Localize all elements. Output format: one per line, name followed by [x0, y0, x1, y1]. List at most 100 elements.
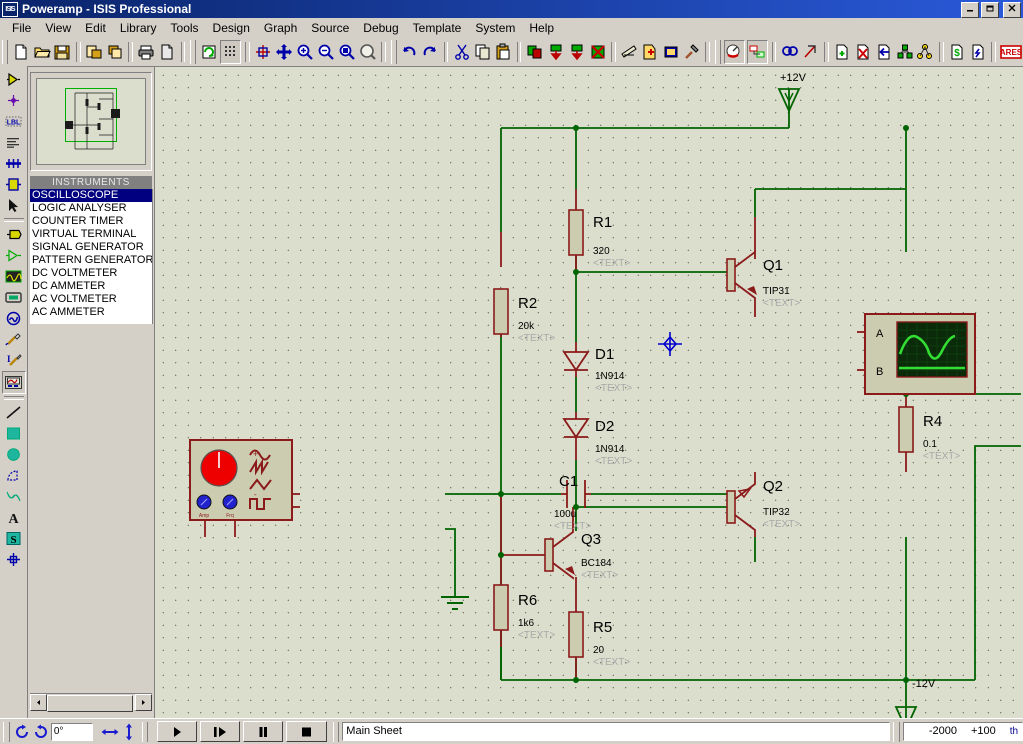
- netlist-compiler-icon[interactable]: $: [948, 41, 967, 63]
- undo-icon[interactable]: [400, 41, 419, 63]
- junction-dot-icon[interactable]: [3, 90, 25, 111]
- copy-block-icon[interactable]: [525, 41, 544, 63]
- zoom-in-icon[interactable]: [296, 41, 315, 63]
- ground-terminal[interactable]: [441, 596, 469, 610]
- new-file-icon[interactable]: [11, 41, 30, 63]
- statusbar-grip[interactable]: [3, 721, 10, 742]
- menu-template[interactable]: Template: [406, 19, 469, 37]
- voltage-probe-icon[interactable]: [3, 329, 25, 350]
- component-r2[interactable]: R2 20k <TEXT>: [493, 232, 555, 344]
- search-tag-icon[interactable]: [780, 41, 799, 63]
- instruments-horizontal-scrollbar[interactable]: [30, 693, 152, 712]
- menu-file[interactable]: File: [5, 19, 38, 37]
- menu-view[interactable]: View: [38, 19, 78, 37]
- move-block-icon[interactable]: [546, 41, 565, 63]
- current-probe-icon[interactable]: I: [3, 350, 25, 371]
- decompose-icon[interactable]: [682, 41, 701, 63]
- instrument-item-pattern-generator[interactable]: PATTERN GENERATOR: [30, 254, 152, 267]
- pan-icon[interactable]: [275, 41, 294, 63]
- menu-library[interactable]: Library: [113, 19, 164, 37]
- selection-arrow-icon[interactable]: [3, 195, 25, 216]
- symbol-tool-icon[interactable]: S: [3, 528, 25, 549]
- instrument-item-counter-timer[interactable]: COUNTER TIMER: [30, 215, 152, 228]
- generator-icon[interactable]: [3, 308, 25, 329]
- menu-debug[interactable]: Debug: [356, 19, 405, 37]
- statusbar-grip[interactable]: [893, 721, 900, 742]
- bus-icon[interactable]: [3, 153, 25, 174]
- component-d1[interactable]: D1 1N914 <TEXT>: [562, 342, 632, 394]
- pick-device-icon[interactable]: [620, 41, 639, 63]
- design-explorer-icon[interactable]: [801, 41, 820, 63]
- maximize-button[interactable]: [981, 2, 999, 18]
- rotate-block-icon[interactable]: [567, 41, 586, 63]
- component-d2[interactable]: D2 1N914 <TEXT>: [562, 412, 632, 467]
- scroll-right-arrow[interactable]: [135, 694, 152, 711]
- instrument-item-logic-analyser[interactable]: LOGIC ANALYSER: [30, 202, 152, 215]
- scroll-track[interactable]: [47, 695, 135, 712]
- line-tool-icon[interactable]: [3, 402, 25, 423]
- statusbar-grip[interactable]: [141, 721, 149, 742]
- remove-sheet-icon[interactable]: [853, 41, 872, 63]
- box-tool-icon[interactable]: [3, 423, 25, 444]
- close-button[interactable]: [1003, 2, 1021, 18]
- instrument-item-ac-voltmeter[interactable]: AC VOLTMETER: [30, 293, 152, 306]
- redo-icon[interactable]: [421, 41, 440, 63]
- rotation-angle-input[interactable]: 0°: [50, 722, 93, 741]
- property-assignment-icon[interactable]: [746, 40, 768, 64]
- component-c1[interactable]: C1 100u <TEXT>: [554, 473, 591, 532]
- toolbar-grip[interactable]: [714, 40, 721, 64]
- terminals-icon[interactable]: [3, 224, 25, 245]
- menu-design[interactable]: Design: [206, 19, 257, 37]
- origin-icon[interactable]: [254, 41, 273, 63]
- component-r5[interactable]: R5 20 <TEXT>: [568, 577, 630, 680]
- component-r4[interactable]: R4 0.1 <TEXT>: [898, 394, 960, 472]
- cut-icon[interactable]: [452, 41, 471, 63]
- refresh-icon[interactable]: [199, 41, 218, 63]
- component-mode-icon[interactable]: [3, 69, 25, 90]
- toggle-grid-icon[interactable]: [220, 40, 242, 64]
- statusbar-grip[interactable]: [332, 721, 340, 742]
- menu-source[interactable]: Source: [304, 19, 356, 37]
- netlist-report-icon[interactable]: [968, 41, 987, 63]
- tape-recorder-icon[interactable]: [3, 287, 25, 308]
- new-sheet-icon[interactable]: [833, 41, 852, 63]
- positive-rail-terminal[interactable]: +12V: [777, 72, 807, 114]
- instruments-list[interactable]: OSCILLOSCOPE LOGIC ANALYSER COUNTER TIME…: [30, 189, 153, 324]
- graph-icon[interactable]: [3, 266, 25, 287]
- menu-help[interactable]: Help: [522, 19, 561, 37]
- make-device-icon[interactable]: [640, 41, 659, 63]
- packaging-tool-icon[interactable]: [661, 41, 680, 63]
- menu-system[interactable]: System: [468, 19, 522, 37]
- text-tool-icon[interactable]: A: [3, 507, 25, 528]
- copy-icon[interactable]: [473, 41, 492, 63]
- menu-graph[interactable]: Graph: [257, 19, 304, 37]
- zoom-all-icon[interactable]: [358, 41, 377, 63]
- circle-tool-icon[interactable]: [3, 444, 25, 465]
- wire-autorouter-icon[interactable]: [723, 40, 745, 64]
- mirror-vertical-icon[interactable]: [120, 722, 139, 742]
- wire-label-icon[interactable]: LBL: [3, 111, 25, 132]
- bill-of-materials-icon[interactable]: [895, 41, 914, 63]
- component-q2[interactable]: Q2 TIP32 <TEXT>: [726, 472, 800, 562]
- erc-report-icon[interactable]: [916, 41, 935, 63]
- component-q1[interactable]: Q1 TIP31 <TEXT>: [726, 188, 906, 317]
- exit-sheet-icon[interactable]: [874, 41, 893, 63]
- animate-stop-button[interactable]: [286, 721, 327, 742]
- virtual-instruments-icon[interactable]: [1, 371, 26, 394]
- export-section-icon[interactable]: [105, 41, 124, 63]
- device-pin-icon[interactable]: [3, 245, 25, 266]
- text-script-icon[interactable]: [3, 132, 25, 153]
- instrument-item-dc-ammeter[interactable]: DC AMMETER: [30, 280, 152, 293]
- toolbar-grip[interactable]: [190, 40, 197, 64]
- zoom-out-icon[interactable]: [316, 41, 335, 63]
- scroll-thumb[interactable]: [47, 695, 133, 712]
- mirror-horizontal-icon[interactable]: [101, 722, 120, 742]
- component-r1[interactable]: R1 320 <TEXT>: [568, 189, 630, 272]
- menu-tools[interactable]: Tools: [164, 19, 206, 37]
- schematic-canvas[interactable]: .wire{stroke:#006400;stroke-width:1.8;fi…: [154, 66, 1023, 719]
- oscilloscope-instrument[interactable]: A B: [857, 313, 976, 395]
- rotate-clockwise-icon[interactable]: [13, 722, 32, 742]
- instrument-item-dc-voltmeter[interactable]: DC VOLTMETER: [30, 267, 152, 280]
- menu-edit[interactable]: Edit: [78, 19, 113, 37]
- zoom-area-icon[interactable]: [337, 41, 356, 63]
